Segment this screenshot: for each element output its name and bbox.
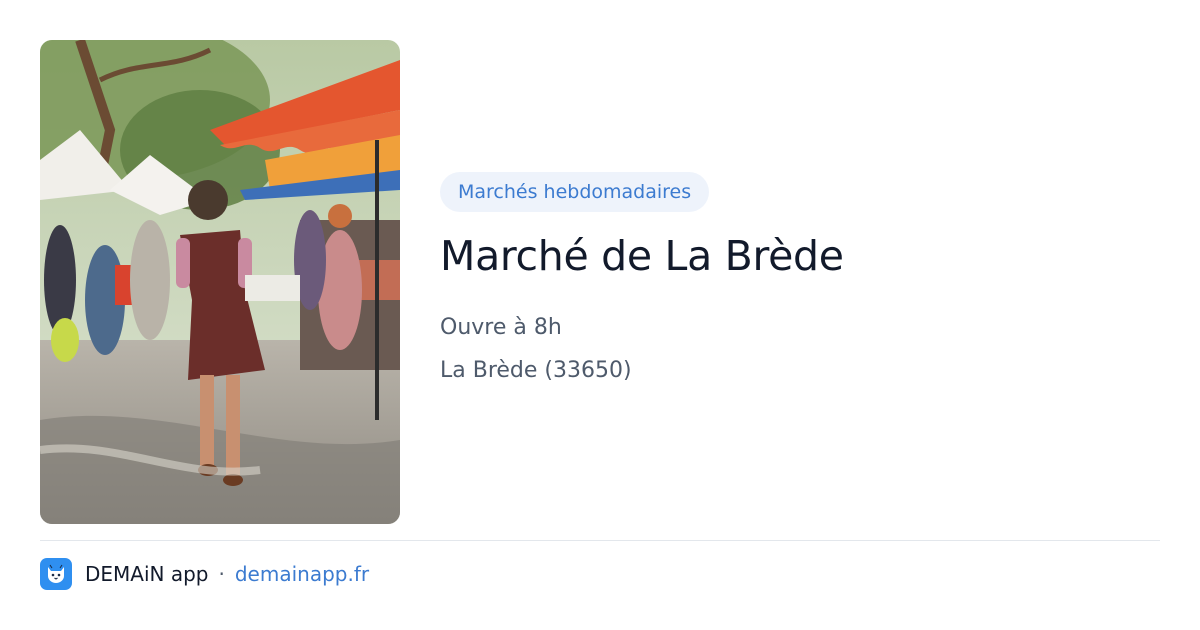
market-photo [40,40,400,524]
footer: DEMAiN app · demainapp.fr [40,557,369,591]
domain-link[interactable]: demainapp.fr [235,562,369,586]
location: La Brède (33650) [440,358,632,383]
divider [40,540,1160,541]
opening-hours: Ouvre à 8h [440,315,562,340]
category-badge[interactable]: Marchés hebdomadaires [440,172,710,212]
cat-face-icon [40,558,72,590]
separator: · [218,562,225,586]
market-info: Marchés hebdomadaires Marché de La Brède… [440,172,1140,392]
brand-name: DEMAiN app [85,562,209,586]
page-title: Marché de La Brède [440,232,844,280]
preview-card[interactable]: Marchés hebdomadaires Marché de La Brède… [0,0,1200,630]
